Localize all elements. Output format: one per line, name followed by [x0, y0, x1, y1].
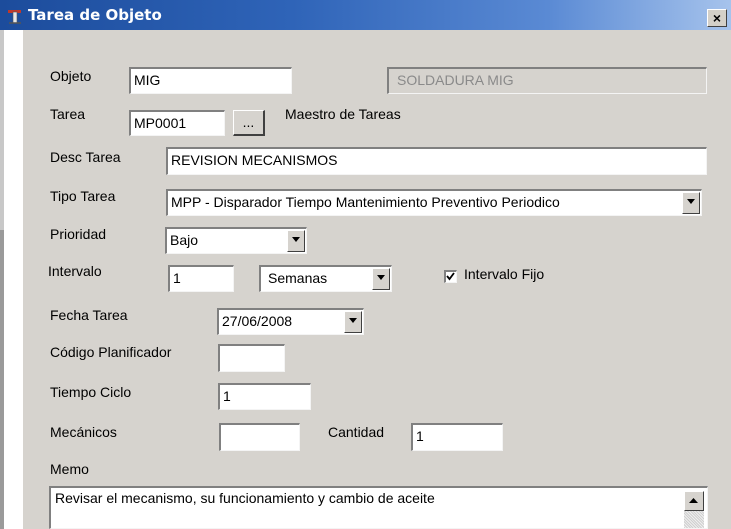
objeto-input[interactable]: MIG: [129, 67, 292, 94]
cantidad-label: Cantidad: [328, 424, 385, 440]
chevron-down-icon: [349, 318, 357, 323]
memo-scrollbar-track[interactable]: [684, 511, 704, 528]
tiempo-ciclo-input[interactable]: 1: [218, 383, 311, 410]
fecha-tarea-value: 27/06/2008: [222, 313, 293, 329]
prioridad-dropdown-button[interactable]: [287, 230, 305, 252]
maestro-tareas-label: Maestro de Tareas: [285, 106, 401, 122]
tipo-tarea-value: MPP - Disparador Tiempo Mantenimiento Pr…: [171, 194, 560, 210]
tipo-tarea-label: Tipo Tarea: [50, 188, 116, 204]
memo-textarea[interactable]: Revisar el mecanismo, su funcionamiento …: [49, 486, 708, 529]
tarea-input[interactable]: MP0001: [129, 110, 225, 136]
fecha-tarea-select[interactable]: 27/06/2008: [217, 308, 364, 335]
prioridad-select[interactable]: Bajo: [165, 227, 307, 254]
chevron-down-icon: [377, 275, 385, 280]
tarea-label: Tarea: [50, 106, 86, 122]
cantidad-input[interactable]: 1: [411, 423, 503, 451]
fecha-tarea-dropdown-button[interactable]: [344, 311, 362, 333]
objeto-label: Objeto: [50, 68, 92, 84]
checkmark-icon: [446, 272, 455, 281]
codigo-planificador-input[interactable]: [218, 344, 285, 372]
intervalo-fijo-label: Intervalo Fijo: [464, 266, 545, 282]
chevron-down-icon: [292, 237, 300, 242]
fecha-tarea-label: Fecha Tarea: [50, 307, 128, 323]
form-panel: Objeto MIG SOLDADURA MIG Tarea MP0001 ..…: [23, 30, 731, 529]
browse-tarea-button[interactable]: ...: [233, 110, 265, 136]
mecanicos-input[interactable]: [219, 423, 300, 451]
desc-tarea-input[interactable]: REVISION MECANISMOS: [166, 147, 707, 175]
close-button[interactable]: ×: [707, 9, 727, 27]
left-border-shadow: [0, 230, 4, 529]
tipo-tarea-select[interactable]: MPP - Disparador Tiempo Mantenimiento Pr…: [166, 189, 702, 216]
intervalo-unit-dropdown-button[interactable]: [372, 268, 390, 290]
objeto-description-field: SOLDADURA MIG: [387, 67, 707, 94]
title-bar: Tarea de Objeto ×: [0, 0, 731, 30]
intervalo-fijo-checkbox[interactable]: [444, 270, 457, 283]
intervalo-input[interactable]: 1: [168, 265, 234, 292]
mecanicos-label: Mecánicos: [50, 424, 117, 440]
tipo-tarea-dropdown-button[interactable]: [682, 192, 700, 214]
intervalo-unit-value: Semanas: [268, 270, 328, 286]
intervalo-unit-select[interactable]: Semanas: [259, 265, 392, 292]
chevron-down-icon: [687, 199, 695, 204]
memo-text: Revisar el mecanismo, su funcionamiento …: [55, 490, 435, 506]
prioridad-value: Bajo: [170, 232, 199, 248]
memo-label: Memo: [50, 461, 89, 477]
window-title: Tarea de Objeto: [28, 6, 162, 24]
prioridad-label: Prioridad: [50, 226, 107, 242]
memo-scroll-up-button[interactable]: [684, 491, 704, 511]
tiempo-ciclo-label: Tiempo Ciclo: [50, 384, 132, 400]
tool-icon: [6, 8, 24, 26]
close-icon: ×: [712, 10, 722, 26]
intervalo-label: Intervalo: [48, 263, 102, 279]
chevron-up-icon: [689, 498, 698, 503]
codigo-planificador-label: Código Planificador: [50, 344, 172, 360]
desc-tarea-label: Desc Tarea: [50, 149, 121, 165]
